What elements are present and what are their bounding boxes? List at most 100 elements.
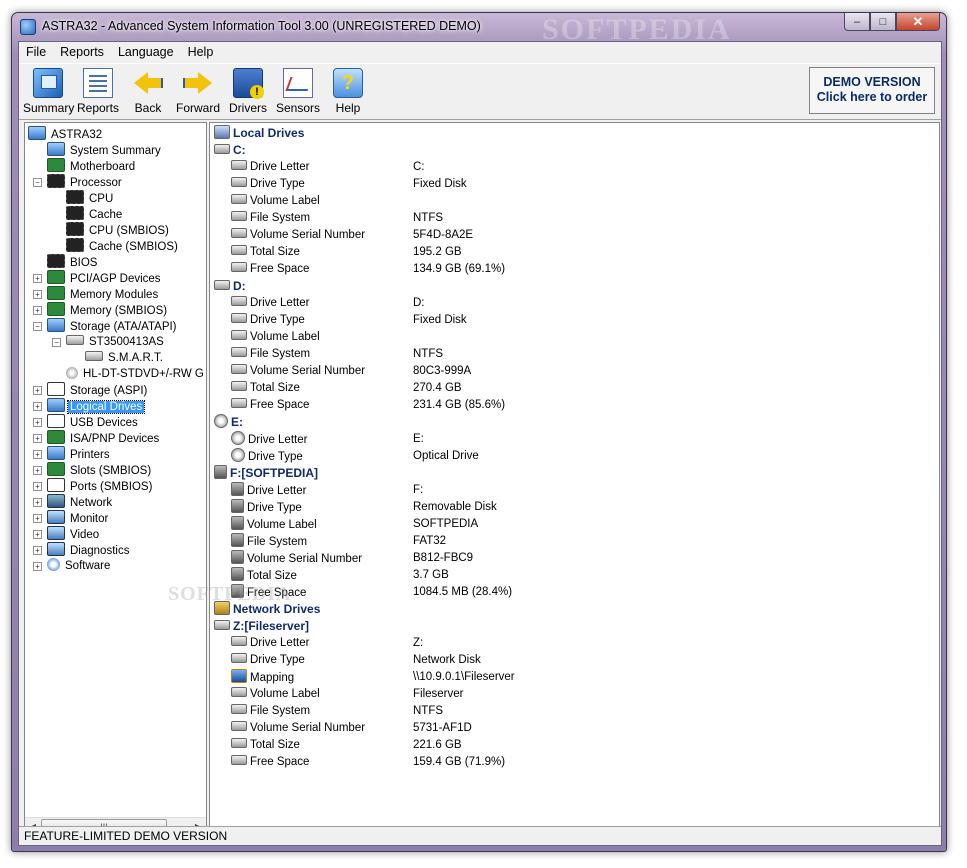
- app-icon[interactable]: [20, 19, 36, 35]
- tree-item[interactable]: + Network: [33, 494, 114, 510]
- chip-icon: [66, 238, 84, 252]
- back-button[interactable]: Back: [123, 67, 173, 117]
- menu-help[interactable]: Help: [181, 45, 221, 59]
- tree-item[interactable]: + Storage (ASPI): [33, 382, 149, 398]
- property-value: 231.4 GB (85.6%): [413, 399, 506, 411]
- tree-item[interactable]: ASTRA32: [28, 126, 104, 142]
- expand-icon[interactable]: +: [33, 546, 42, 555]
- property-row: File System FAT32: [231, 533, 930, 550]
- tree-item[interactable]: + Video: [33, 526, 101, 542]
- chip-icon: [47, 174, 65, 188]
- title-bar[interactable]: ASTRA32 - Advanced System Information To…: [12, 13, 946, 46]
- heading-label: Local Drives: [233, 126, 305, 140]
- help-button[interactable]: ? Help: [323, 67, 373, 117]
- back-arrow-icon: [133, 68, 163, 98]
- tree-item[interactable]: + USB Devices: [33, 414, 140, 430]
- app-window: ASTRA32 - Advanced System Information To…: [11, 12, 947, 852]
- net-icon: [47, 494, 65, 508]
- drivers-button[interactable]: Drivers: [223, 67, 273, 117]
- window-title: ASTRA32 - Advanced System Information To…: [42, 19, 481, 33]
- expand-icon[interactable]: +: [33, 530, 42, 539]
- tree-item-label: Cache (SMBIOS): [89, 241, 178, 253]
- tree-item[interactable]: + Memory (SMBIOS): [33, 302, 169, 318]
- property-value: SOFTPEDIA: [413, 518, 479, 530]
- tree-item[interactable]: CPU (SMBIOS): [66, 222, 171, 238]
- property-row: Volume Label: [231, 329, 930, 346]
- expand-icon[interactable]: +: [33, 274, 42, 283]
- monitor-icon: [47, 510, 65, 524]
- tree-item[interactable]: Cache: [66, 206, 124, 222]
- tree-item[interactable]: BIOS: [47, 254, 99, 270]
- expand-icon[interactable]: +: [33, 386, 42, 395]
- tree-item-label: Network: [70, 497, 113, 509]
- expand-icon[interactable]: +: [33, 402, 42, 411]
- maximize-button[interactable]: □: [870, 13, 896, 31]
- order-demo-button[interactable]: DEMO VERSION Click here to order: [809, 67, 935, 114]
- property-row: File System NTFS: [231, 703, 930, 720]
- property-row: Drive Letter D:: [231, 295, 930, 312]
- tree-item[interactable]: Cache (SMBIOS): [66, 238, 180, 254]
- tree-item[interactable]: + Memory Modules: [33, 286, 160, 302]
- property-row: Drive Letter F:: [231, 482, 930, 499]
- tree-item[interactable]: + Monitor: [33, 510, 110, 526]
- tree-item[interactable]: − Processor: [33, 174, 124, 190]
- tree-item[interactable]: + Software: [33, 558, 112, 574]
- property-row: Drive Type Network Disk: [231, 652, 930, 669]
- collapse-icon[interactable]: −: [52, 338, 61, 347]
- expand-icon[interactable]: +: [33, 434, 42, 443]
- tree-item[interactable]: CPU: [66, 190, 115, 206]
- expand-icon[interactable]: +: [33, 306, 42, 315]
- property-name: Total Size: [250, 739, 300, 751]
- property-value: Optical Drive: [413, 450, 479, 462]
- tree-item[interactable]: + Diagnostics: [33, 542, 131, 558]
- tree-item[interactable]: System Summary: [47, 142, 163, 158]
- collapse-icon[interactable]: −: [33, 322, 42, 331]
- tree-item[interactable]: − Storage (ATA/ATAPI): [33, 318, 179, 334]
- property-name: Volume Label: [250, 195, 320, 207]
- summary-button[interactable]: Summary: [23, 67, 74, 117]
- tree-item[interactable]: + Slots (SMBIOS): [33, 462, 153, 478]
- collapse-icon[interactable]: −: [33, 178, 42, 187]
- sensors-button[interactable]: Sensors: [273, 67, 323, 117]
- minimize-button[interactable]: –: [844, 13, 870, 31]
- expand-icon[interactable]: +: [33, 450, 42, 459]
- tree-item[interactable]: Motherboard: [47, 158, 137, 174]
- property-value: E:: [413, 433, 424, 445]
- expand-icon[interactable]: +: [33, 482, 42, 491]
- close-button[interactable]: ✕: [896, 13, 940, 31]
- property-value: 159.4 GB (71.9%): [413, 756, 506, 768]
- reports-button[interactable]: Reports: [73, 67, 123, 117]
- tree-item-label: Memory (SMBIOS): [70, 305, 168, 317]
- tree-item[interactable]: − ST3500413AS: [52, 334, 166, 350]
- tree-item[interactable]: + Printers: [33, 446, 112, 462]
- tree-item[interactable]: + Logical Drives: [33, 398, 146, 414]
- reports-label: Reports: [76, 101, 120, 115]
- forward-button[interactable]: Forward: [173, 67, 223, 117]
- property-row: File System NTFS: [231, 346, 930, 363]
- property-name: Drive Letter: [250, 297, 310, 309]
- property-value: Fileserver: [413, 688, 464, 700]
- expand-icon[interactable]: +: [33, 562, 42, 571]
- expand-icon[interactable]: +: [33, 498, 42, 507]
- expand-icon[interactable]: +: [33, 466, 42, 475]
- menu-language[interactable]: Language: [111, 45, 181, 59]
- expand-icon[interactable]: +: [33, 514, 42, 523]
- tree-item[interactable]: + PCI/AGP Devices: [33, 270, 163, 286]
- tree-item-label: Motherboard: [70, 161, 136, 173]
- menu-reports[interactable]: Reports: [53, 45, 111, 59]
- tree-item[interactable]: + Ports (SMBIOS): [33, 478, 154, 494]
- chip-icon: [47, 254, 65, 268]
- tree-item-label: Software: [65, 560, 111, 572]
- disc-icon: [47, 558, 60, 571]
- property-row: Mapping \\10.9.0.1\Fileserver: [231, 669, 930, 686]
- navigation-tree[interactable]: ASTRA32 System Summary Motherboard − Process…: [24, 122, 207, 836]
- tree-item-label: Diagnostics: [70, 545, 130, 557]
- expand-icon[interactable]: +: [33, 290, 42, 299]
- tree-item[interactable]: + ISA/PNP Devices: [33, 430, 161, 446]
- tree-item[interactable]: S.M.A.R.T.: [85, 350, 165, 366]
- property-row: Free Space 231.4 GB (85.6%): [231, 397, 930, 414]
- tree-item[interactable]: HL-DT-STDVD+/-RW G: [66, 366, 206, 382]
- menu-file[interactable]: File: [19, 45, 53, 59]
- property-value: NTFS: [413, 212, 444, 224]
- expand-icon[interactable]: +: [33, 418, 42, 427]
